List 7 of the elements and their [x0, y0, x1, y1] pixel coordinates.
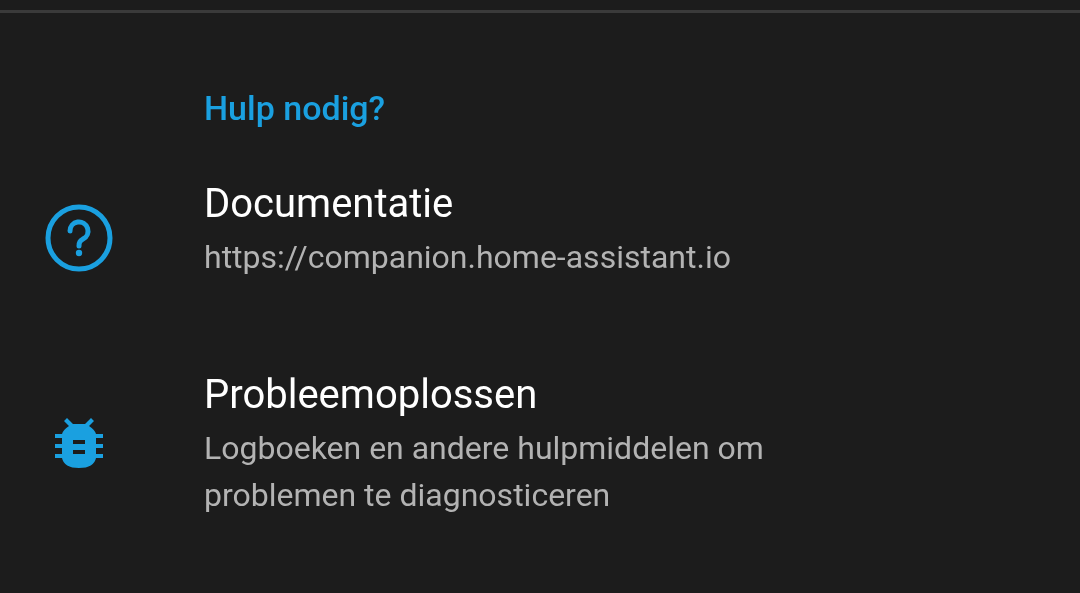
item-subtitle: https://companion.home-assistant.io — [204, 237, 731, 278]
section-header: Hulp nodig? — [204, 88, 386, 128]
help-icon — [44, 203, 114, 273]
item-title[interactable]: Probleemoplossen — [204, 371, 538, 419]
item-subtitle: Logboeken en andere hulpmiddelen om problemen te diagnosticeren — [204, 428, 765, 516]
bug-icon — [55, 418, 103, 468]
item-title[interactable]: Documentatie — [204, 180, 454, 228]
